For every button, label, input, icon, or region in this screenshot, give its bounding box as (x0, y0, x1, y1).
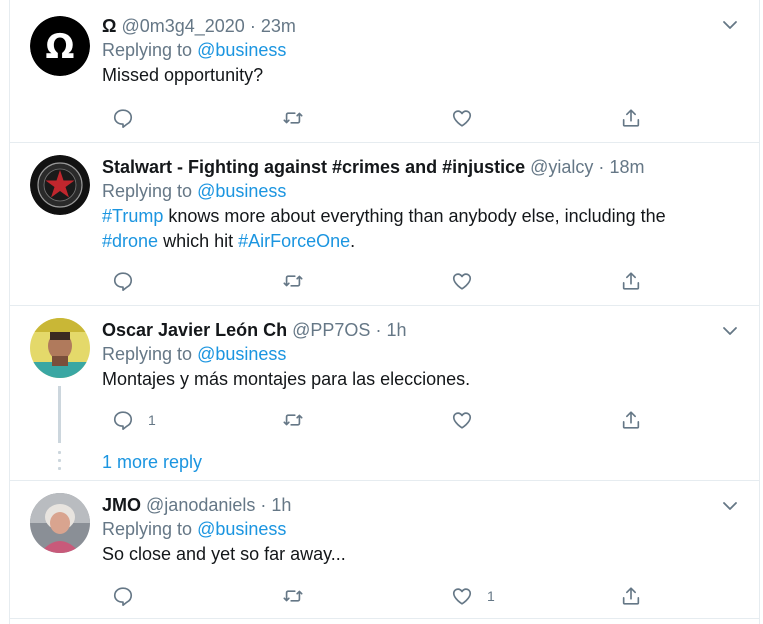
replying-to-handle[interactable]: @business (197, 181, 286, 201)
replying-to-label: Replying to (102, 344, 193, 364)
hashtag-link[interactable]: #drone (102, 231, 158, 251)
share-icon (622, 272, 640, 290)
tweet[interactable]: Oscar Javier León Ch @PP7OS · 1h Replyin… (10, 306, 759, 481)
like-button[interactable]: 1 (451, 584, 495, 608)
reply-feed: Ω Ω @0m3g4_2020 · 23m Replying to @busin… (9, 0, 760, 624)
thread-gap-dot (58, 467, 61, 470)
share-icon (622, 587, 640, 605)
chevron-down-icon[interactable] (721, 16, 739, 34)
hashtag-link[interactable]: #AirForceOne (238, 231, 350, 251)
retweet-icon (283, 414, 303, 426)
avatar-photo-image (30, 318, 90, 378)
like-icon (452, 588, 472, 605)
reply-icon (113, 411, 133, 430)
reply-icon (113, 109, 133, 128)
replying-to-label: Replying to (102, 519, 193, 539)
like-icon (452, 273, 472, 290)
reply-icon (113, 272, 133, 291)
retweet-button[interactable] (282, 269, 318, 293)
timestamp[interactable]: 18m (609, 157, 644, 177)
replying-to-handle[interactable]: @business (197, 344, 286, 364)
tweet[interactable]: JMO @janodaniels · 1h Replying to @busin… (10, 481, 759, 619)
tweet[interactable]: Ω Ω @0m3g4_2020 · 23m Replying to @busin… (10, 0, 759, 143)
like-icon (452, 110, 472, 127)
thread-gap-dot (58, 451, 61, 454)
replying-to-label: Replying to (102, 40, 193, 60)
replying-to-label: Replying to (102, 181, 193, 201)
retweet-button[interactable] (282, 408, 318, 432)
reply-button[interactable] (112, 269, 148, 293)
chevron-down-icon[interactable] (721, 497, 739, 515)
tweet-text: Montajes y más montajes para las eleccio… (102, 369, 471, 389)
like-count: 1 (487, 588, 495, 604)
share-button[interactable] (620, 269, 642, 293)
avatar-star-badge-image (30, 155, 90, 215)
display-name[interactable]: JMO (102, 495, 141, 515)
timestamp[interactable]: 23m (261, 16, 296, 36)
tweet-text-fragment: which hit (158, 231, 239, 251)
tweet[interactable]: Stalwart - Fighting against #crimes and … (10, 143, 759, 306)
separator-dot: · (249, 16, 256, 36)
user-handle[interactable]: @PP7OS (292, 320, 370, 340)
like-button[interactable] (451, 269, 487, 293)
thread-connector-line (58, 386, 61, 443)
share-button[interactable] (620, 408, 642, 432)
share-button[interactable] (620, 584, 642, 608)
timestamp[interactable]: 1h (271, 495, 291, 515)
reply-count: 1 (148, 412, 156, 428)
user-handle[interactable]: @yialcy (530, 157, 593, 177)
reply-button[interactable] (112, 106, 148, 130)
retweet-icon (283, 590, 303, 602)
display-name[interactable]: Ω (102, 16, 116, 36)
share-button[interactable] (620, 106, 642, 130)
like-button[interactable] (451, 408, 487, 432)
like-button[interactable] (451, 106, 487, 130)
avatar[interactable]: Ω (30, 16, 90, 76)
reply-button[interactable] (112, 584, 148, 608)
share-icon (622, 411, 640, 429)
hashtag-link[interactable]: #Trump (102, 206, 163, 226)
tweet-text: #drone which hit #AirForceOne. (102, 229, 719, 254)
tweet-actions (102, 106, 642, 130)
retweet-icon (283, 112, 303, 124)
show-more-replies-link[interactable]: 1 more reply (102, 452, 202, 473)
retweet-button[interactable] (282, 106, 318, 130)
avatar[interactable] (30, 155, 90, 215)
tweet-text-fragment: . (350, 231, 356, 251)
share-icon (622, 109, 640, 127)
separator-dot: · (375, 320, 382, 340)
like-icon (452, 412, 472, 429)
separator-dot: · (598, 157, 605, 177)
replying-to-handle[interactable]: @business (197, 519, 286, 539)
separator-dot: · (260, 495, 267, 515)
chevron-down-icon[interactable] (721, 322, 739, 340)
tweet-text: Missed opportunity? (102, 65, 264, 85)
user-handle[interactable]: @0m3g4_2020 (121, 16, 244, 36)
avatar-photo-image (30, 493, 90, 553)
display-name[interactable]: Oscar Javier León Ch (102, 320, 287, 340)
tweet-text-fragment: knows more about everything than anybody… (163, 206, 666, 226)
tweet-text: So close and yet so far away... (102, 544, 346, 564)
retweet-button[interactable] (282, 584, 318, 608)
avatar[interactable] (30, 318, 90, 378)
display-name[interactable]: Stalwart - Fighting against #crimes and … (102, 157, 525, 177)
user-handle[interactable]: @janodaniels (146, 495, 255, 515)
tweet-actions (102, 269, 642, 293)
replying-to-handle[interactable]: @business (197, 40, 286, 60)
tweet-actions: 1 (102, 584, 642, 608)
reply-button[interactable]: 1 (112, 408, 156, 432)
retweet-icon (283, 275, 303, 287)
avatar[interactable] (30, 493, 90, 553)
thread-gap-dot (58, 459, 61, 462)
tweet-text: #Trump knows more about everything than … (102, 204, 719, 229)
reply-icon (113, 587, 133, 606)
timestamp[interactable]: 1h (386, 320, 406, 340)
tweet-actions: 1 (102, 408, 642, 432)
avatar-omega-image: Ω (30, 16, 90, 76)
svg-text:Ω: Ω (46, 27, 75, 67)
